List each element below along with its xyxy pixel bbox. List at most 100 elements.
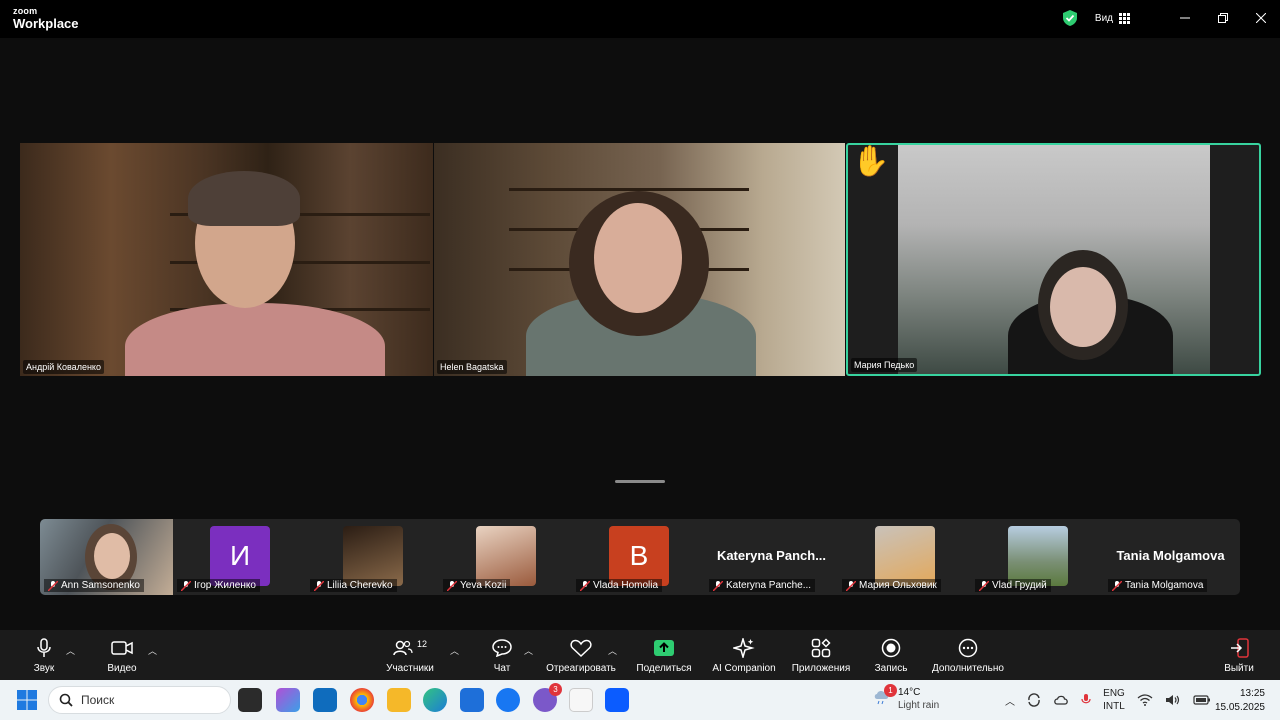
chat-label: Чат [493,662,511,674]
mic-muted-icon [580,580,590,591]
participant-strip: Ann Samsonenko И Ігор Жиленко Liliia Che… [40,519,1240,595]
restore-button[interactable] [1204,0,1242,36]
battery-icon[interactable] [1193,694,1211,706]
snipping-tool-icon[interactable] [276,688,300,712]
task-view-icon[interactable] [238,688,262,712]
microphone-in-use-icon[interactable] [1081,693,1091,707]
share-button[interactable]: Поделиться [634,630,694,680]
tray-expand-chevron-icon[interactable]: ︿ [1005,693,1015,708]
thumb-name-text: Kateryna Panche... [726,580,812,591]
taskbar-clock[interactable]: 13:25 15.05.2025 [1215,687,1265,715]
close-button[interactable] [1242,0,1280,36]
microsoft-store-icon[interactable] [460,688,484,712]
avatar-letter: И [210,526,270,586]
participant-name: Helen Bagatska [437,360,507,374]
zoom-logo: zoom Workplace [13,7,79,31]
file-explorer-icon[interactable] [387,688,411,712]
participant-thumb[interactable]: Liliia Cherevko [306,519,439,595]
leave-button[interactable]: Выйти [1222,630,1256,680]
edge-icon[interactable] [423,688,447,712]
avatar-photo [1008,526,1068,586]
chat-options-chevron-icon[interactable]: ︿ [524,644,533,657]
participants-button[interactable]: 12 Участники [382,630,438,680]
more-button[interactable]: Дополнительно [930,630,1006,680]
chat-button[interactable]: Чат [490,630,514,680]
participant-face [1050,267,1116,347]
view-label: Вид [1094,12,1113,24]
facebook-icon[interactable] [496,688,520,712]
resize-handle[interactable] [615,480,665,483]
clock-time: 13:25 [1239,688,1265,699]
minimize-button[interactable] [1166,0,1204,36]
wifi-icon[interactable] [1137,694,1153,706]
sync-icon[interactable] [1027,693,1041,707]
participants-options-chevron-icon[interactable]: ︿ [450,644,459,657]
thumb-name-text: Ann Samsonenko [61,580,140,591]
thumb-name-text: Мария Ольховик [859,580,937,591]
record-button[interactable]: Запись [872,630,910,680]
zoom-window: zoom Workplace Вид Андрій Коваленко Hele… [0,0,1280,720]
participant-face [94,533,130,579]
participant-thumb[interactable]: Мария Ольховик [838,519,971,595]
participant-thumb[interactable]: Tania Molgamova Tania Molgamova [1104,519,1237,595]
security-shield-icon[interactable] [1062,10,1077,26]
mic-muted-icon [48,580,58,591]
meeting-toolbar: Звук ︿ Видео ︿ 12 Участники ︿ Чат ︿ Отре… [0,630,1280,680]
avatar-photo [343,526,403,586]
document-app-icon[interactable] [569,688,593,712]
onedrive-cloud-icon[interactable] [1053,694,1069,706]
zoom-app-icon[interactable] [605,688,629,712]
close-icon [1256,13,1266,23]
thumb-name: Tania Molgamova [1108,579,1208,592]
camera-icon [111,640,133,655]
record-label: Запись [874,662,908,674]
participant-thumb[interactable]: Yeva Kozii [439,519,572,595]
weather-widget[interactable]: 1 14°C Light rain [872,683,939,712]
video-button[interactable]: Видео [104,630,140,680]
thumb-name: Мария Ольховик [842,579,941,592]
ai-companion-button[interactable]: AI Companion [710,630,778,680]
share-screen-icon [654,639,674,656]
react-options-chevron-icon[interactable]: ︿ [608,644,617,657]
windows-taskbar: Поиск 3 1 14°C Light rain ︿ ENG INTL 13:… [0,680,1280,720]
apps-button[interactable]: Приложения [788,630,854,680]
participant-thumb[interactable]: Vlad Грудий [971,519,1104,595]
participant-thumb[interactable]: Ann Samsonenko [40,519,173,595]
search-placeholder: Поиск [81,693,115,707]
thumb-name: Kateryna Panche... [709,579,816,592]
react-button[interactable]: Отреагировать [546,630,616,680]
mic-muted-icon [1112,580,1122,591]
thumb-name-text: Vlad Грудий [992,580,1047,591]
outlook-icon[interactable] [313,688,337,712]
taskbar-search[interactable]: Поиск [48,686,231,714]
mic-muted-icon [846,580,856,591]
participants-label: Участники [386,662,434,674]
leave-label: Выйти [1224,662,1254,674]
audio-options-chevron-icon[interactable]: ︿ [66,644,75,657]
weather-temp: 14°C [898,687,921,698]
participant-thumb[interactable]: Kateryna Panch... Kateryna Panche... [705,519,838,595]
chrome-icon[interactable] [350,688,374,712]
language-indicator[interactable]: ENG INTL [1103,687,1125,713]
participants-icon [393,640,413,655]
weather-badge: 1 [884,683,897,697]
video-tile-3-active-speaker[interactable]: ✋ Мария Педько [846,143,1261,376]
participant-thumb[interactable]: B Vlada Homolia [572,519,705,595]
more-icon [958,638,978,657]
mic-muted-icon [979,580,989,591]
windows-start-icon[interactable] [17,690,37,710]
video-options-chevron-icon[interactable]: ︿ [148,644,157,657]
participant-thumb[interactable]: И Ігор Жиленко [173,519,306,595]
more-label: Дополнительно [932,662,1004,674]
mic-muted-icon [181,580,191,591]
thumb-name-text: Ігор Жиленко [194,580,256,591]
volume-icon[interactable] [1165,694,1181,706]
viber-icon[interactable]: 3 [533,683,562,712]
audio-button[interactable]: Звук [28,630,60,680]
video-tile-1[interactable]: Андрій Коваленко [20,143,433,376]
minimize-icon [1180,17,1190,19]
view-button[interactable]: Вид [1094,12,1130,24]
video-tile-2[interactable]: Helen Bagatska [434,143,845,376]
sparkle-icon [733,637,755,658]
thumb-name-text: Vlada Homolia [593,580,659,591]
